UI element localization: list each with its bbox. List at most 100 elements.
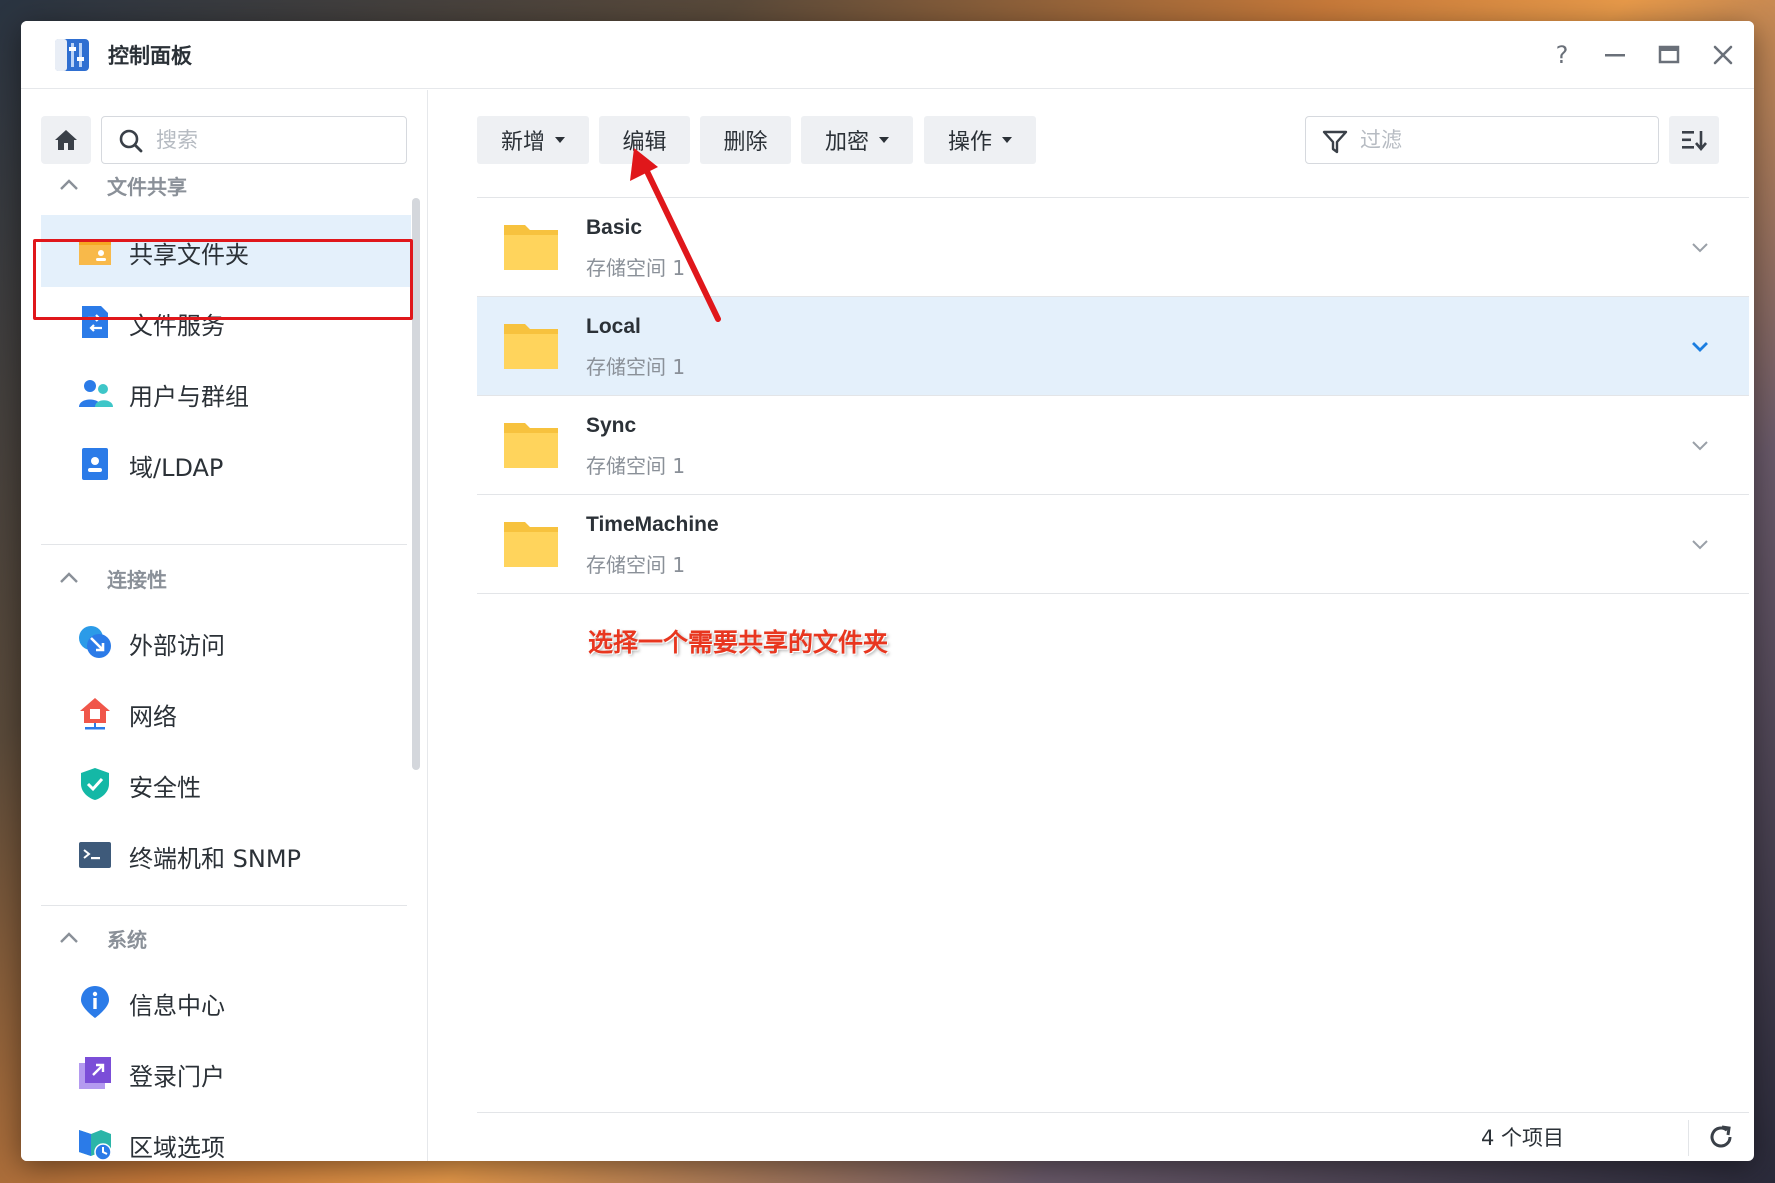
security-icon [81,768,109,800]
filter-icon [1322,130,1348,154]
folder-name: Local [586,315,641,338]
sidebar-scrollbar[interactable] [412,198,420,770]
edit-button-label: 编辑 [622,130,667,155]
domain-ldap-icon [82,448,108,480]
minimize-button[interactable] [1595,35,1635,75]
sidebar-divider [41,544,407,545]
shared-folder-icon [79,239,111,265]
sidebar-item-shared-folder[interactable]: 共享文件夹 [41,215,411,287]
sidebar-item-regional-options[interactable]: 区域选项 [41,1110,411,1161]
control-panel-window: 控制面板 ? 搜索 文件共享 共享文件夹 文件服务 用户与群组 域/LDAP 连… [21,21,1754,1161]
sidebar-item-login-portal[interactable]: 登录门户 [41,1039,411,1105]
folder-row[interactable]: TimeMachine 存储空间 1 [477,495,1749,594]
maximize-icon [1658,45,1680,64]
action-button[interactable]: 操作 [924,116,1036,164]
chevron-down-icon[interactable] [1687,531,1713,557]
sidebar-item-label: 用户与群组 [129,383,249,411]
control-panel-app-icon [55,39,89,71]
sidebar-item-label: 信息中心 [129,992,225,1020]
folder-name: Basic [586,216,643,239]
sidebar-divider [41,905,407,906]
refresh-button[interactable] [1706,1122,1740,1156]
section-label: 文件共享 [107,174,187,199]
sidebar-item-info-center[interactable]: 信息中心 [41,968,411,1034]
folder-location: 存储空间 1 [586,256,686,280]
sidebar: 文件共享 共享文件夹 文件服务 [21,90,428,1161]
main-panel: 新增 编辑 删除 加密 操作 Bas [429,90,1754,1161]
network-icon [80,698,110,730]
terminal-snmp-icon [79,842,111,868]
file-services-icon [82,306,108,338]
chevron-down-icon[interactable] [1687,432,1713,458]
folder-name: TimeMachine [586,513,719,536]
folder-row[interactable]: Local 存储空间 1 [477,297,1749,396]
search-input[interactable] [156,125,396,155]
footer-divider [477,1112,1749,1113]
users-groups-icon [79,380,113,407]
sidebar-item-file-services[interactable]: 文件服务 [41,288,411,354]
help-button[interactable]: ? [1542,35,1582,75]
folder-row[interactable]: Basic 存储空间 1 [477,198,1749,297]
footer-separator [1688,1120,1689,1156]
section-header-file-sharing[interactable]: 文件共享 [49,167,187,203]
delete-button-label: 删除 [723,130,768,155]
window-title: 控制面板 [108,44,192,68]
search-icon [119,129,143,153]
edit-button[interactable]: 编辑 [599,116,690,164]
refresh-icon [1710,1125,1732,1148]
regional-options-icon [79,1130,112,1161]
section-label: 连接性 [107,567,167,592]
home-icon [55,130,77,150]
sidebar-item-label: 区域选项 [129,1134,225,1161]
sidebar-item-terminal-snmp[interactable]: 终端机和 SNMP [41,821,411,887]
sidebar-item-label: 终端机和 SNMP [129,845,301,873]
section-header-connectivity[interactable]: 连接性 [49,560,167,596]
sidebar-item-label: 共享文件夹 [129,241,249,269]
close-icon [1713,45,1733,65]
annotation-text: 选择一个需要共享的文件夹 [588,628,889,657]
folder-location: 存储空间 1 [586,355,686,379]
action-button-label: 操作 [947,130,992,155]
sidebar-item-external-access[interactable]: 外部访问 [41,608,411,674]
sidebar-item-label: 外部访问 [129,632,225,660]
close-button[interactable] [1703,35,1743,75]
caret-down-icon [879,137,889,143]
encrypt-button[interactable]: 加密 [801,116,913,164]
delete-button[interactable]: 删除 [700,116,791,164]
create-button[interactable]: 新增 [477,116,589,164]
sidebar-item-users-groups[interactable]: 用户与群组 [41,359,411,425]
create-button-label: 新增 [500,130,545,155]
folder-icon [504,522,558,567]
sidebar-item-label: 文件服务 [129,312,225,340]
sidebar-search [101,116,407,164]
chevron-up-icon [49,179,89,191]
maximize-button[interactable] [1649,35,1689,75]
folder-location: 存储空间 1 [586,553,686,577]
home-button[interactable] [41,116,91,164]
help-icon: ? [1555,41,1569,69]
filter-input[interactable] [1360,125,1640,155]
title-bar: 控制面板 ? [21,21,1754,89]
sidebar-item-domain-ldap[interactable]: 域/LDAP [41,430,411,496]
encrypt-button-label: 加密 [824,130,869,155]
folder-row[interactable]: Sync 存储空间 1 [477,396,1749,495]
folder-icon [504,423,558,468]
caret-down-icon [1002,137,1012,143]
login-portal-icon [79,1057,111,1089]
filter-box [1305,116,1659,164]
sidebar-item-label: 网络 [129,703,177,731]
sort-icon [1682,131,1707,152]
sidebar-item-label: 域/LDAP [129,454,224,482]
sidebar-item-security[interactable]: 安全性 [41,750,411,816]
folder-location: 存储空间 1 [586,454,686,478]
chevron-up-icon [49,572,89,584]
chevron-down-icon[interactable] [1687,333,1713,359]
sidebar-item-network[interactable]: 网络 [41,679,411,745]
section-header-system[interactable]: 系统 [49,920,147,956]
sidebar-item-label: 安全性 [129,774,201,802]
chevron-down-icon[interactable] [1687,234,1713,260]
minimize-icon [1605,54,1625,57]
sort-button[interactable] [1669,116,1719,164]
folder-name: Sync [586,414,637,437]
external-access-icon [79,626,111,658]
